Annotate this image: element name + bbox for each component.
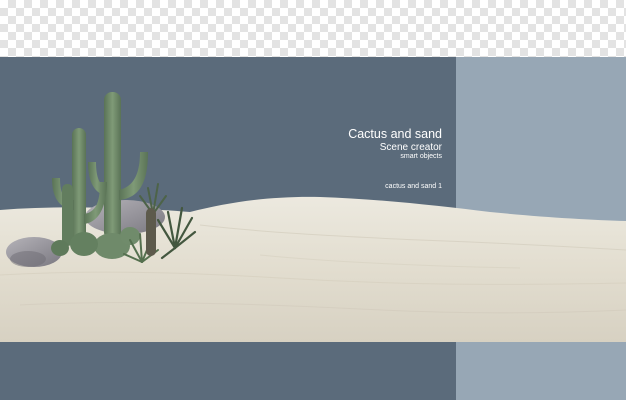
cactus-stem — [146, 208, 156, 256]
artboard: Cactus and sand Scene creator smart obje… — [0, 0, 626, 400]
barrel-cactus — [120, 227, 140, 245]
barrel-cactus — [51, 240, 69, 256]
desert-scene-illustration — [0, 92, 626, 342]
caption-title: Cactus and sand — [348, 127, 442, 141]
cactus-trunk — [72, 128, 86, 246]
scene-label: cactus and sand 1 — [385, 183, 442, 190]
cactus-arm — [119, 152, 148, 200]
cactus-trunk — [104, 92, 121, 240]
caption-note: smart objects — [400, 153, 442, 160]
caption-subtitle: Scene creator — [379, 142, 442, 153]
cactus-trunk — [62, 184, 73, 246]
barrel-cactus — [70, 232, 98, 256]
rock — [10, 251, 46, 267]
caption-block: Cactus and sand Scene creator smart obje… — [330, 127, 442, 161]
